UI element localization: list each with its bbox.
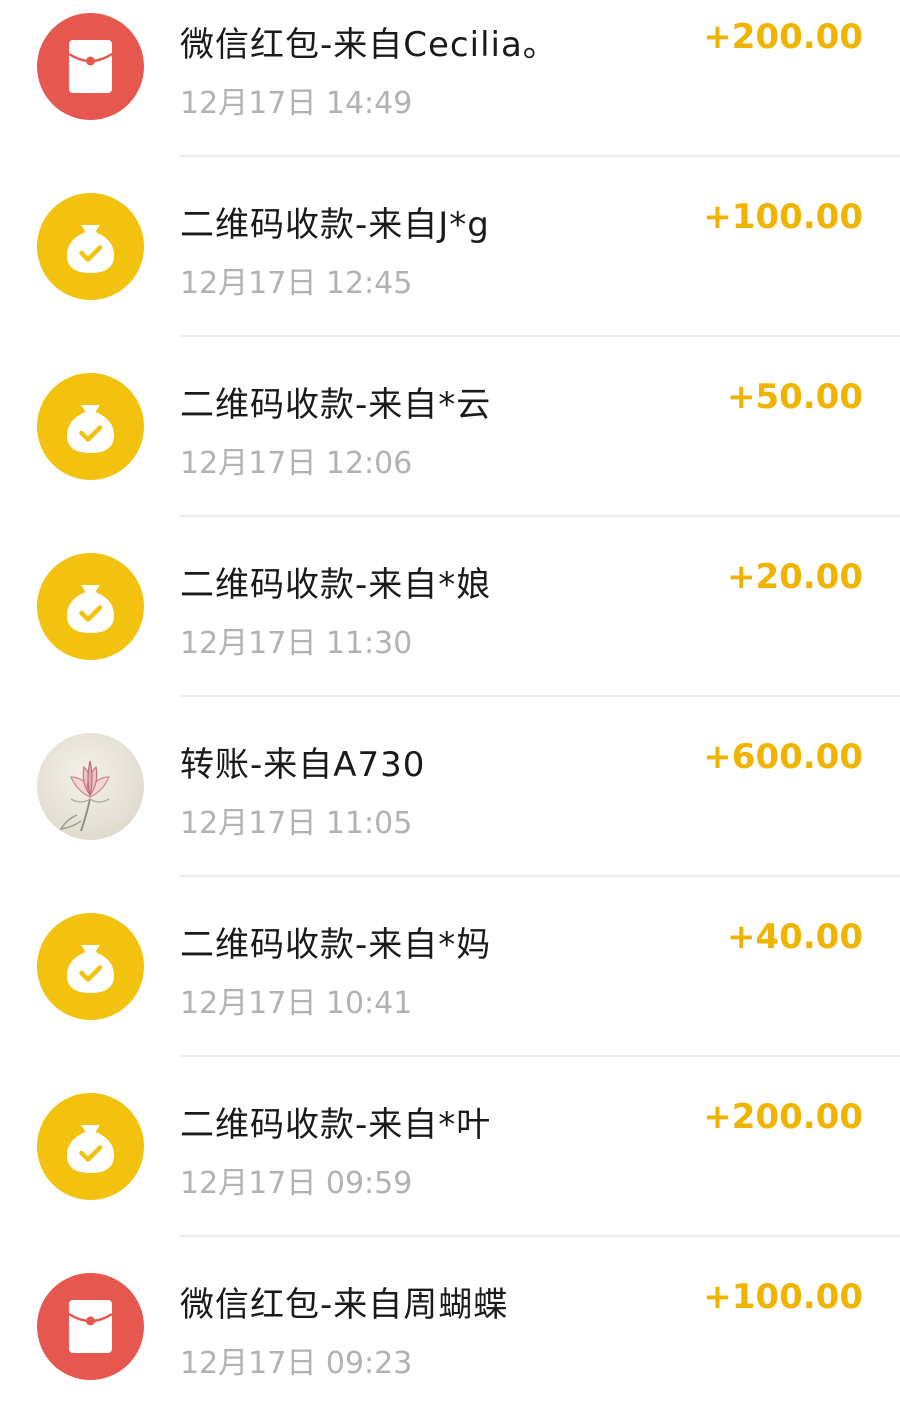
money-bag-check-icon bbox=[37, 193, 144, 300]
transaction-title: 二维码收款-来自*娘 bbox=[180, 565, 492, 605]
transaction-time: 12月17日 14:49 bbox=[180, 86, 413, 121]
transaction-amount: +50.00 bbox=[726, 377, 863, 417]
transaction-title: 二维码收款-来自*云 bbox=[180, 385, 492, 425]
transaction-time: 12月17日 11:30 bbox=[180, 626, 413, 661]
transaction-title: 二维码收款-来自*叶 bbox=[180, 1105, 492, 1145]
transaction-amount: +100.00 bbox=[703, 197, 863, 237]
transaction-time: 12月17日 12:45 bbox=[180, 266, 413, 301]
transaction-row[interactable]: 转账-来自A730 12月17日 11:05 +600.00 bbox=[0, 697, 900, 877]
transaction-amount: +40.00 bbox=[726, 917, 863, 957]
transaction-amount: +600.00 bbox=[703, 737, 863, 777]
red-packet-icon bbox=[37, 1273, 144, 1380]
transaction-time: 12月17日 10:41 bbox=[180, 986, 413, 1021]
transaction-amount: +200.00 bbox=[703, 17, 863, 57]
transaction-row[interactable]: 二维码收款-来自*云 12月17日 12:06 +50.00 bbox=[0, 337, 900, 517]
transaction-time: 12月17日 09:59 bbox=[180, 1166, 413, 1201]
transaction-time: 12月17日 12:06 bbox=[180, 446, 413, 481]
transaction-title: 微信红包-来自周蝴蝶 bbox=[180, 1285, 509, 1325]
transaction-row[interactable]: 微信红包-来自Cecilia。 12月17日 14:49 +200.00 bbox=[0, 0, 900, 157]
transaction-row[interactable]: 二维码收款-来自*妈 12月17日 10:41 +40.00 bbox=[0, 877, 900, 1057]
transaction-title: 二维码收款-来自*妈 bbox=[180, 925, 492, 965]
transaction-title: 二维码收款-来自J*g bbox=[180, 205, 490, 245]
red-packet-icon bbox=[37, 13, 144, 120]
transaction-row[interactable]: 二维码收款-来自*叶 12月17日 09:59 +200.00 bbox=[0, 1057, 900, 1237]
transaction-title: 转账-来自A730 bbox=[180, 745, 426, 785]
transaction-list: 微信红包-来自Cecilia。 12月17日 14:49 +200.00 二维码… bbox=[0, 0, 900, 1417]
lotus-avatar bbox=[37, 733, 144, 840]
transaction-amount: +100.00 bbox=[703, 1277, 863, 1317]
transaction-amount: +200.00 bbox=[703, 1097, 863, 1137]
transaction-amount: +20.00 bbox=[726, 557, 863, 597]
transaction-time: 12月17日 09:23 bbox=[180, 1346, 413, 1381]
transaction-row[interactable]: 微信红包-来自周蝴蝶 12月17日 09:23 +100.00 bbox=[0, 1237, 900, 1417]
money-bag-check-icon bbox=[37, 1093, 144, 1200]
money-bag-check-icon bbox=[37, 553, 144, 660]
transaction-row[interactable]: 二维码收款-来自*娘 12月17日 11:30 +20.00 bbox=[0, 517, 900, 697]
money-bag-check-icon bbox=[37, 373, 144, 480]
transaction-title: 微信红包-来自Cecilia。 bbox=[180, 25, 558, 65]
transaction-row[interactable]: 二维码收款-来自J*g 12月17日 12:45 +100.00 bbox=[0, 157, 900, 337]
money-bag-check-icon bbox=[37, 913, 144, 1020]
transaction-time: 12月17日 11:05 bbox=[180, 806, 413, 841]
